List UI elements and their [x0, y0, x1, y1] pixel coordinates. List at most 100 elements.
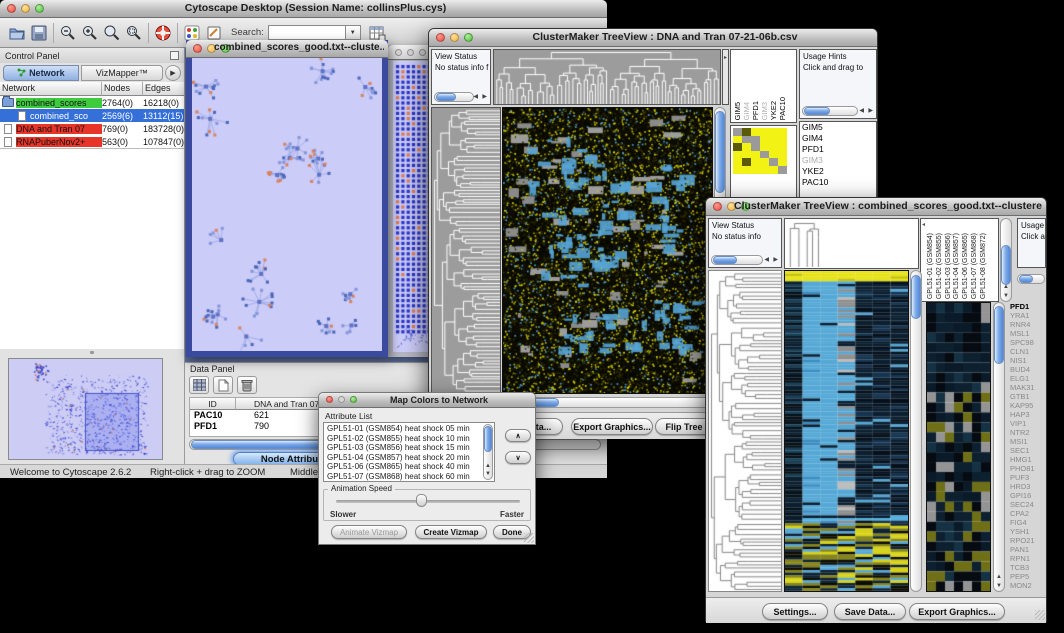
tv2-gene-item[interactable]: PUF3	[1008, 473, 1046, 482]
tv1-column-label[interactable]: PAC10	[778, 97, 787, 120]
vscroll-thumb[interactable]	[715, 111, 725, 193]
tv2-labels-vscrollbar[interactable]: ▲ ▼	[1000, 218, 1012, 302]
close-icon[interactable]	[395, 49, 402, 56]
tv2-gene-item[interactable]: SEC1	[1008, 446, 1046, 455]
tv2-gene-item[interactable]: MSL1	[1008, 329, 1046, 338]
tv1-column-label[interactable]: GIM4	[742, 102, 751, 120]
scroll-left-icon[interactable]: ◀	[764, 256, 769, 264]
tv1-gene-item[interactable]: GIM3	[800, 155, 876, 166]
attribute-option[interactable]: GPL51-02 (GSM855) heat shock 10 min	[324, 434, 494, 444]
network-list-item[interactable]: DNA and Tran 07 769(0) 183728(0)	[0, 122, 184, 135]
tab-vizmapper[interactable]: VizMapper™	[81, 65, 163, 81]
network-list-item[interactable]: combined_scores 2764(0) 16218(0)	[0, 96, 184, 109]
tv2-gene-item[interactable]: SEC24	[1008, 500, 1046, 509]
zoom-in-icon[interactable]	[79, 21, 101, 45]
zoom-selected-icon[interactable]	[123, 21, 145, 45]
tv2-heatmap-vscrollbar[interactable]	[910, 270, 922, 592]
tv2-action-button[interactable]: Export Graphics...	[909, 603, 1005, 620]
speed-slider-thumb[interactable]	[416, 494, 427, 507]
tv2-gene-item[interactable]: NTR2	[1008, 428, 1046, 437]
scroll-down-icon[interactable]: ▼	[996, 582, 1002, 590]
tv2-gene-item[interactable]: CPA2	[1008, 509, 1046, 518]
scroll-down-icon[interactable]: ▼	[1003, 292, 1009, 300]
attribute-option[interactable]: GPL51-01 (GSM854) heat shock 05 min	[324, 424, 494, 434]
zoom-fit-icon[interactable]	[101, 21, 123, 45]
vscroll-thumb[interactable]	[1001, 245, 1011, 285]
tv2-gene-item[interactable]: BUD4	[1008, 365, 1046, 374]
tv2-heatmap[interactable]	[784, 270, 909, 592]
network-view-titlebar[interactable]: combined_scores_good.txt--cluste...	[186, 40, 388, 58]
search-dropdown-icon[interactable]: ▼	[346, 25, 361, 40]
attribute-option[interactable]: GPL51-04 (GSM857) heat shock 20 min	[324, 453, 494, 463]
tv1-heatmap[interactable]	[502, 107, 713, 394]
tv2-gene-item[interactable]: GPI16	[1008, 491, 1046, 500]
tab-overflow-button[interactable]: ▶	[165, 65, 181, 81]
tv1-gene-item[interactable]: GIM5	[800, 122, 876, 133]
attribute-option[interactable]: GPL51-06 (GSM865) heat shock 40 min	[324, 462, 494, 472]
dialog-titlebar[interactable]: Map Colors to Network	[319, 393, 535, 408]
network-overview-canvas[interactable]	[8, 358, 163, 460]
close-icon[interactable]	[436, 33, 445, 42]
zoom-window-icon[interactable]	[419, 49, 426, 56]
tv2-gene-item[interactable]: NIS1	[1008, 356, 1046, 365]
close-icon[interactable]	[326, 396, 333, 403]
scroll-down-icon[interactable]: ▼	[485, 470, 491, 478]
scroll-up-icon[interactable]: ▲	[996, 573, 1002, 581]
tv1-usage-scrollbar[interactable]	[802, 106, 858, 116]
attribute-option[interactable]: GPL51-07 (GSM868) heat shock 60 min	[324, 472, 494, 482]
scroll-left-icon[interactable]: ◀	[859, 107, 864, 115]
column-network[interactable]: Network	[0, 82, 102, 96]
vscroll-thumb[interactable]	[484, 426, 492, 452]
tv2-gene-item[interactable]: RPN1	[1008, 554, 1046, 563]
delete-attribute-trash-icon[interactable]	[237, 376, 257, 394]
tv2-gene-item[interactable]: CLN1	[1008, 347, 1046, 356]
scroll-right-icon[interactable]: ▶	[482, 93, 487, 101]
tv2-row-dendrogram[interactable]	[708, 270, 782, 592]
tv2-detail-vscrollbar[interactable]: ▲ ▼	[993, 302, 1005, 592]
tv2-column-label[interactable]: GPL51-06 (GSM865)	[962, 233, 971, 299]
tv1-column-label[interactable]: GIM5	[733, 102, 742, 120]
tv2-action-button[interactable]: Save Data...	[834, 603, 906, 620]
tv2-column-dendrogram-area[interactable]	[784, 218, 919, 269]
tv1-column-label[interactable]: GIM3	[760, 102, 769, 120]
tv2-detail-heatmap[interactable]	[926, 302, 991, 592]
vscroll-thumb[interactable]	[911, 275, 921, 319]
listbox-vscrollbar[interactable]: ▲ ▼	[483, 424, 493, 480]
close-icon[interactable]	[193, 44, 202, 53]
move-up-button[interactable]: ∧	[505, 429, 531, 442]
tv1-gene-item[interactable]: PFD1	[800, 144, 876, 155]
tv2-gene-item[interactable]: VIP1	[1008, 419, 1046, 428]
tv2-usage-scrollbar[interactable]	[1017, 274, 1045, 284]
tv1-gene-item[interactable]: YKE2	[800, 166, 876, 177]
main-titlebar[interactable]: Cytoscape Desktop (Session Name: collins…	[0, 0, 607, 18]
tv2-gene-item[interactable]: PHO81	[1008, 464, 1046, 473]
tv1-column-label[interactable]: YKE2	[769, 101, 778, 120]
tv1-gene-item[interactable]: GIM4	[800, 133, 876, 144]
tv2-action-button[interactable]: Settings...	[762, 603, 828, 620]
create-vizmap-button[interactable]: Create Vizmap	[415, 525, 487, 539]
scroll-up-icon[interactable]: ▲	[485, 462, 491, 470]
tv1-row-dendrogram[interactable]	[431, 107, 501, 394]
scroll-right-icon[interactable]: ▶	[868, 107, 873, 115]
tv2-gene-item[interactable]: FIG4	[1008, 518, 1046, 527]
search-input[interactable]	[268, 25, 346, 40]
network-list-item[interactable]: RNAPuberNov2+ 563(0) 107847(0)	[0, 135, 184, 148]
zoom-out-icon[interactable]	[57, 21, 79, 45]
tv2-gene-item[interactable]: TCB3	[1008, 563, 1046, 572]
minimize-icon[interactable]	[407, 49, 414, 56]
treeview1-titlebar[interactable]: ClusterMaker TreeView : DNA and Tran 07-…	[429, 29, 877, 47]
tv1-arrow-strip[interactable]: ▸	[722, 49, 729, 105]
scroll-right-icon[interactable]: ▶	[773, 256, 778, 264]
tv2-gene-item[interactable]: YSH1	[1008, 527, 1046, 536]
treeview2-titlebar[interactable]: ClusterMaker TreeView : combined_scores_…	[706, 198, 1046, 216]
tv2-gene-item[interactable]: KAP95	[1008, 401, 1046, 410]
select-attributes-icon[interactable]	[189, 376, 209, 394]
new-attribute-icon[interactable]	[213, 376, 233, 394]
resize-grip[interactable]	[1035, 610, 1045, 620]
tv1-column-label[interactable]: PFD1	[751, 101, 760, 120]
tv1-column-dendrogram[interactable]	[493, 49, 721, 105]
open-file-icon[interactable]	[6, 21, 28, 45]
tv1-action-button[interactable]: Export Graphics...	[571, 418, 653, 435]
tv2-gene-item[interactable]: ELG1	[1008, 374, 1046, 383]
tv2-column-label[interactable]: GPL51-08 (GSM872)	[980, 233, 989, 299]
